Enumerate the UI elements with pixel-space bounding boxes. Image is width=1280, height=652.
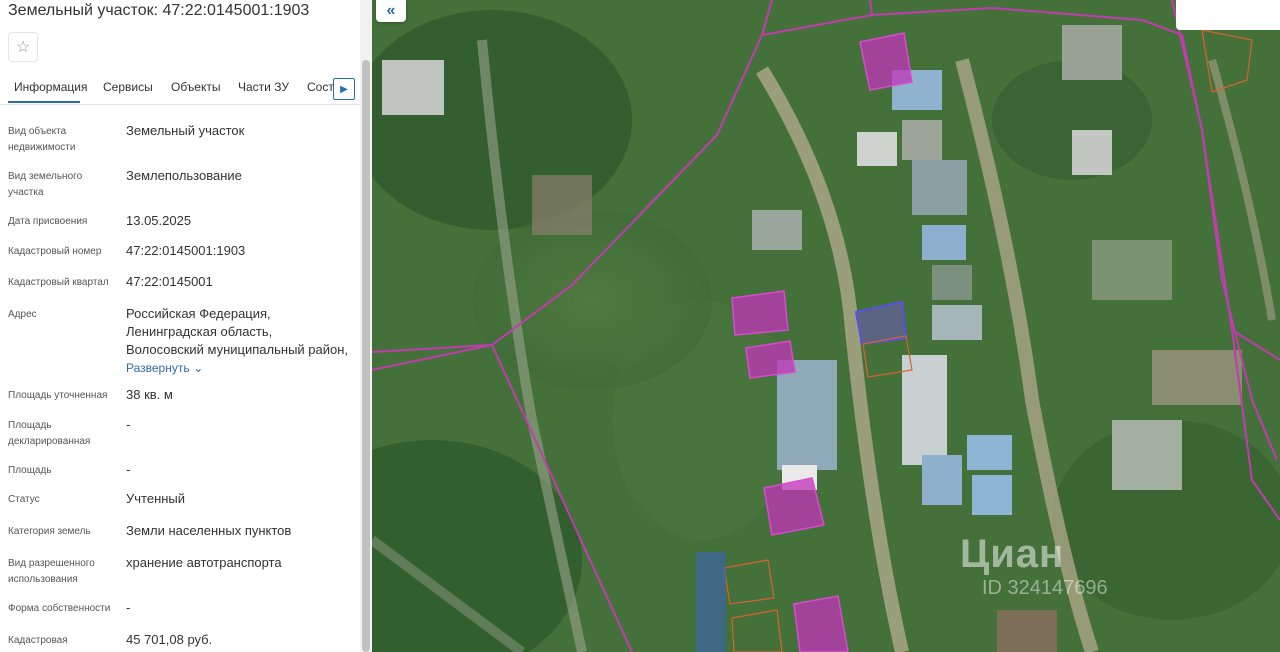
field-label: Площадь уточненная (8, 390, 108, 401)
field-value: Учтенный (126, 491, 186, 506)
chevron-right-icon: ▶ (340, 83, 348, 95)
chevron-down-icon: ⌄ (193, 361, 204, 375)
field-label: Площадь (8, 465, 52, 476)
panel-scrollbar[interactable] (360, 0, 372, 652)
field-value: - (126, 462, 131, 477)
field-value: - (126, 417, 131, 432)
field-value: Землепользование (126, 168, 242, 183)
address-value: Российская Федерация, Ленинградская обла… (126, 305, 356, 377)
field-label: Площадь декларированная (8, 420, 91, 447)
info-panel: Земельный участок: 47:22:0145001:1903 ☆ … (0, 0, 360, 652)
scrollbar-thumb[interactable] (362, 60, 370, 652)
expand-label: Развернуть (126, 361, 190, 375)
active-tab-indicator (8, 101, 80, 103)
field-label: Кадастровый квартал (8, 277, 109, 288)
field-label: Адрес (8, 309, 37, 320)
star-icon: ☆ (15, 39, 31, 56)
field-label: Кадастровый номер (8, 246, 102, 257)
tab-information[interactable]: Информация (14, 80, 87, 94)
field-label: Статус (8, 494, 40, 505)
field-label: Категория земель (8, 526, 91, 537)
field-value: 38 кв. м (126, 387, 173, 402)
field-value: 45 701,08 руб. (126, 632, 213, 647)
page-title: Земельный участок: 47:22:0145001:1903 (8, 2, 310, 19)
field-label: Кадастровая (8, 635, 68, 646)
map-control-box[interactable] (1176, 0, 1280, 30)
watermark-id: ID 324147696 (982, 577, 1108, 599)
tab-parts[interactable]: Части ЗУ (238, 80, 289, 94)
watermark: Циан (960, 532, 1065, 576)
expand-link[interactable]: Развернуть ⌄ (126, 359, 356, 377)
field-value: - (126, 600, 131, 615)
field-label: Вид разрешенного использования (8, 558, 95, 585)
field-label: Вид объекта недвижимости (8, 126, 76, 153)
collapse-panel-button[interactable]: « (376, 0, 406, 22)
address-line: Российская Федерация, (126, 306, 271, 321)
field-label: Дата присвоения (8, 216, 88, 227)
address-line: Волосовский муниципальный район, (126, 342, 349, 357)
field-label: Форма собственности (8, 603, 111, 614)
field-value: 47:22:0145001:1903 (126, 243, 246, 258)
satellite-imagery (372, 0, 1280, 652)
tabs-next-button[interactable]: ▶ (333, 78, 355, 100)
tab-services[interactable]: Сервисы (103, 80, 153, 94)
tab-bar: Информация Сервисы Объекты Части ЗУ Сост… (0, 72, 360, 105)
field-value: Земельный участок (126, 123, 245, 138)
address-line: Ленинградская область, (126, 324, 273, 339)
map-view[interactable]: Циан ID 324147696 (372, 0, 1280, 652)
tab-objects[interactable]: Объекты (171, 80, 221, 94)
field-value: 47:22:0145001 (126, 274, 213, 289)
field-value: хранение автотранспорта (126, 555, 282, 570)
favorite-button[interactable]: ☆ (8, 32, 38, 62)
double-chevron-left-icon: « (386, 2, 396, 19)
field-value: 13.05.2025 (126, 213, 192, 228)
field-value: Земли населенных пунктов (126, 523, 292, 538)
field-label: Вид земельного участка (8, 171, 83, 198)
